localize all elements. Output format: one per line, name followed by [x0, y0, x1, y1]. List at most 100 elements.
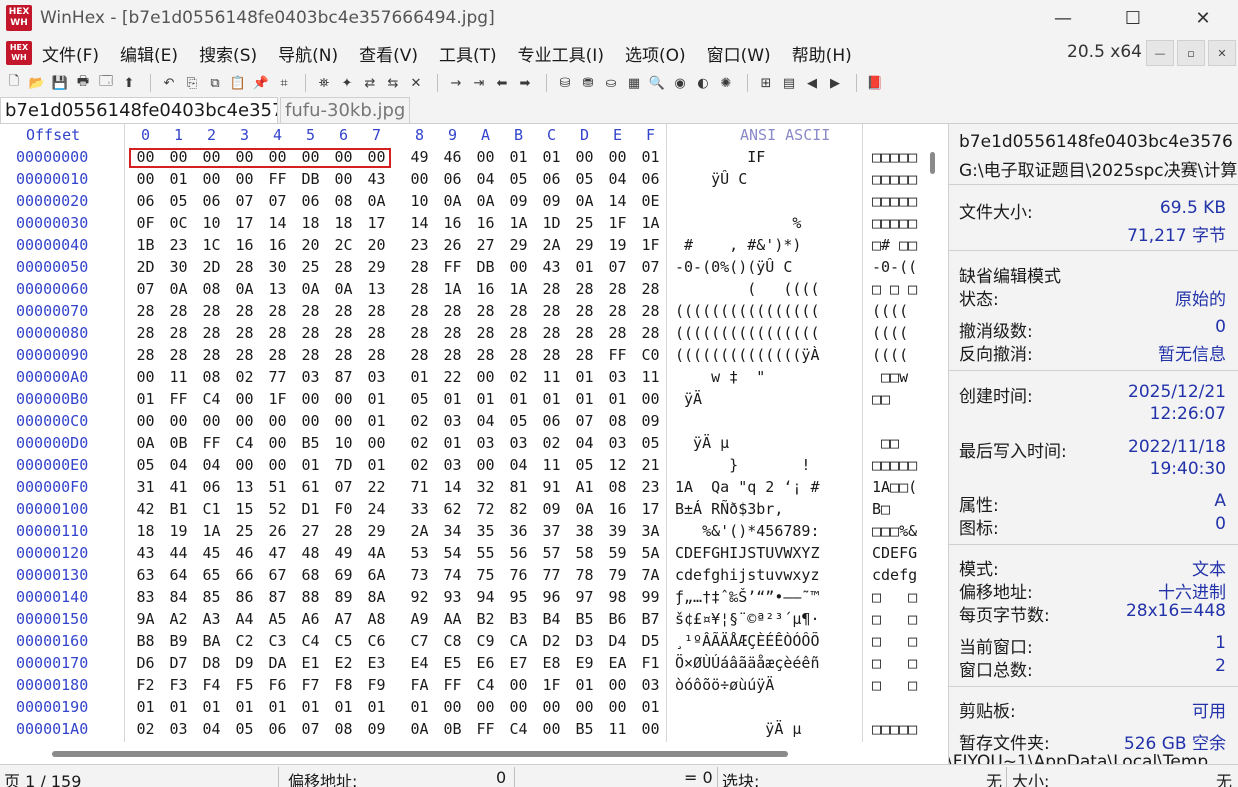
- ascii-text[interactable]: □□w: [872, 368, 922, 386]
- hex-byte[interactable]: C5: [327, 632, 360, 650]
- hex-byte[interactable]: 00: [129, 412, 162, 430]
- hex-byte[interactable]: 0A: [469, 192, 502, 210]
- hex-byte[interactable]: 01: [360, 456, 393, 474]
- hex-byte[interactable]: 01: [162, 170, 195, 188]
- hex-byte[interactable]: 2A: [403, 522, 436, 540]
- hex-byte[interactable]: 03: [469, 434, 502, 452]
- ascii-text[interactable]: ((((: [872, 346, 922, 364]
- hex-row[interactable]: 00000150 9A A2 A3 A4 A5 A6 A7 A8 A9 AA B2 B3 B4 B5 B6 B7…: [0, 608, 922, 630]
- hex-byte[interactable]: 10: [195, 214, 228, 232]
- hex-byte[interactable]: 77: [535, 566, 568, 584]
- hex-row[interactable]: 000000F0 31 41 06 13 51 61 07 22 71 14 32 81 91 A1 08 23…: [0, 476, 922, 498]
- hex-byte[interactable]: 07: [294, 720, 327, 738]
- hex-byte[interactable]: 77: [261, 368, 294, 386]
- hex-byte[interactable]: 13: [261, 280, 294, 298]
- menu-item-2[interactable]: 搜索(S): [199, 41, 257, 66]
- hex-editor-pane[interactable]: Offset ANSI ASCII 0123456789ABCDEF 00000…: [0, 124, 922, 742]
- hex-byte[interactable]: 02: [403, 456, 436, 474]
- ascii-text[interactable]: □# □□: [872, 236, 922, 254]
- ram-icon[interactable]: ⛃: [578, 73, 598, 93]
- doc-close-button[interactable]: ✕: [1208, 40, 1236, 66]
- hex-byte[interactable]: 9A: [129, 610, 162, 628]
- hex-byte[interactable]: 06: [436, 170, 469, 188]
- hex-byte[interactable]: 25: [568, 214, 601, 232]
- hex-byte[interactable]: 01: [360, 412, 393, 430]
- hex-byte[interactable]: 61: [294, 478, 327, 496]
- hex-byte[interactable]: 00: [294, 390, 327, 408]
- hex-byte[interactable]: 49: [403, 148, 436, 166]
- hex-byte[interactable]: FF: [436, 676, 469, 694]
- hex-byte[interactable]: E2: [327, 654, 360, 672]
- hex-byte[interactable]: D5: [634, 632, 667, 650]
- hex-byte[interactable]: 28: [634, 280, 667, 298]
- hex-byte[interactable]: B7: [634, 610, 667, 628]
- hex-byte[interactable]: 00: [502, 676, 535, 694]
- hex-byte[interactable]: 65: [195, 566, 228, 584]
- hex-byte[interactable]: D4: [601, 632, 634, 650]
- hex-byte[interactable]: 28: [403, 302, 436, 320]
- ansi-text[interactable]: } !: [675, 456, 855, 474]
- hex-byte[interactable]: 00: [502, 258, 535, 276]
- hex-byte[interactable]: 76: [502, 566, 535, 584]
- hex-byte[interactable]: 28: [436, 346, 469, 364]
- hex-byte[interactable]: 35: [469, 522, 502, 540]
- hex-byte[interactable]: 97: [568, 588, 601, 606]
- goto-offset-icon[interactable]: →: [446, 73, 466, 93]
- hex-byte[interactable]: B4: [535, 610, 568, 628]
- hex-byte[interactable]: 04: [601, 170, 634, 188]
- hex-byte[interactable]: 43: [129, 544, 162, 562]
- hex-byte[interactable]: 21: [634, 456, 667, 474]
- hex-byte[interactable]: A4: [228, 610, 261, 628]
- hex-byte[interactable]: 20: [294, 236, 327, 254]
- hex-row[interactable]: 00000140 83 84 85 86 87 88 89 8A 92 93 94 95 96 97 98 99…: [0, 586, 922, 608]
- hex-byte[interactable]: 0C: [162, 214, 195, 232]
- hex-byte[interactable]: 0A: [327, 280, 360, 298]
- ascii-text[interactable]: □ □: [872, 676, 922, 694]
- hex-byte[interactable]: 01: [294, 456, 327, 474]
- hex-byte[interactable]: 87: [327, 368, 360, 386]
- hex-byte[interactable]: F8: [327, 676, 360, 694]
- hex-byte[interactable]: 01: [568, 390, 601, 408]
- hex-byte[interactable]: 20: [360, 236, 393, 254]
- hex-byte[interactable]: 19: [601, 236, 634, 254]
- hex-byte[interactable]: A7: [327, 610, 360, 628]
- hex-byte[interactable]: 02: [535, 434, 568, 452]
- hex-byte[interactable]: 08: [195, 368, 228, 386]
- hex-byte[interactable]: 28: [294, 302, 327, 320]
- hex-byte[interactable]: A9: [403, 610, 436, 628]
- hex-byte[interactable]: 00: [228, 412, 261, 430]
- hex-byte[interactable]: 07: [228, 192, 261, 210]
- hex-byte[interactable]: 28: [228, 302, 261, 320]
- print-icon[interactable]: 🖶: [73, 73, 93, 93]
- menu-item-1[interactable]: 编辑(E): [120, 41, 178, 66]
- hex-byte[interactable]: 1A: [195, 522, 228, 540]
- hex-byte[interactable]: 28: [228, 258, 261, 276]
- hex-byte[interactable]: 1D: [535, 214, 568, 232]
- hex-byte[interactable]: 52: [261, 500, 294, 518]
- hex-byte[interactable]: 4A: [360, 544, 393, 562]
- hex-byte[interactable]: E5: [436, 654, 469, 672]
- hex-byte[interactable]: EA: [601, 654, 634, 672]
- hex-byte[interactable]: 36: [502, 522, 535, 540]
- hex-byte[interactable]: 28: [568, 302, 601, 320]
- ansi-text[interactable]: ƒ„…†‡ˆ‰Š’“”•–—˜™: [675, 588, 855, 606]
- web-icon[interactable]: ◐: [693, 73, 713, 93]
- back-icon[interactable]: ⬅: [492, 73, 512, 93]
- hex-byte[interactable]: C1: [195, 500, 228, 518]
- hex-byte[interactable]: 01: [502, 390, 535, 408]
- hex-byte[interactable]: 04: [469, 170, 502, 188]
- hex-byte[interactable]: 0A: [403, 720, 436, 738]
- hex-byte[interactable]: 00: [195, 412, 228, 430]
- hex-byte[interactable]: AA: [436, 610, 469, 628]
- hex-byte[interactable]: 82: [502, 500, 535, 518]
- hex-byte[interactable]: 1A: [634, 214, 667, 232]
- ascii-text[interactable]: 1A□□(: [872, 478, 922, 496]
- hex-byte[interactable]: 10: [403, 192, 436, 210]
- hex-byte[interactable]: 28: [502, 346, 535, 364]
- horizontal-scrollbar[interactable]: [0, 742, 948, 764]
- hex-byte[interactable]: B2: [469, 610, 502, 628]
- vertical-scrollbar-thumb[interactable]: [930, 152, 935, 174]
- hex-byte[interactable]: B5: [294, 434, 327, 452]
- hex-byte[interactable]: 28: [327, 522, 360, 540]
- tab-active-file[interactable]: b7e1d0556148fe0403bc4e357666494.jpg: [0, 97, 278, 123]
